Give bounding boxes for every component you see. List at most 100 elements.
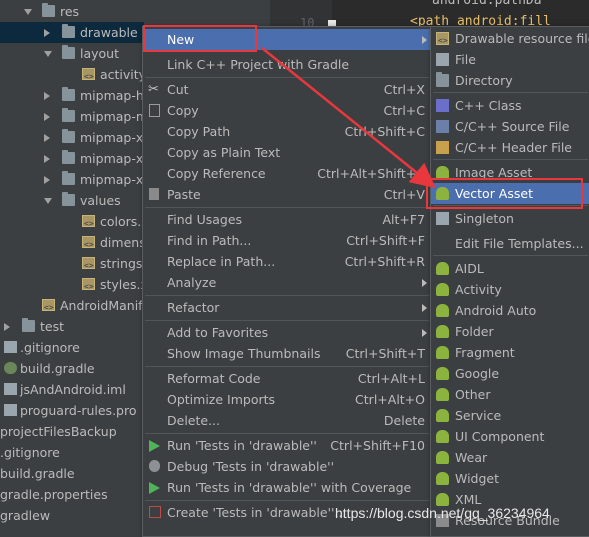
tree-item-drawable[interactable]: drawable [0,22,144,43]
tree-item-gitignore-root[interactable]: .gitignore [0,442,144,463]
folder-icon [436,72,449,87]
menu-item-reformat-code[interactable]: Reformat Code Ctrl+Alt+L [143,368,431,389]
tree-item-gitignore[interactable]: .gitignore [0,337,144,358]
tree-item-build-gradle-root[interactable]: build.gradle [0,463,144,484]
tree-item-mipmap-xhdpi[interactable]: mipmap-xh [0,127,151,148]
menu-item-label: C/C++ Source File [455,119,570,134]
annotation-box-new [143,25,257,52]
menu-item-label: C++ Class [455,98,522,113]
xml-file-icon [82,276,95,297]
submenu-item-wear[interactable]: Wear [431,447,589,468]
submenu-item-cpp-class[interactable]: C++ Class [431,95,589,116]
chevron-right-icon[interactable] [44,176,50,184]
file-icon [4,341,17,353]
menu-item-label: Drawable resource file [455,31,589,46]
submenu-item-c-header-file[interactable]: C/C++ Header File [431,137,589,158]
menu-item-label: Replace in Path... [167,254,276,269]
tree-item-gradlew[interactable]: gradlew [0,505,144,526]
menu-item-label: Copy [167,103,199,118]
submenu-item-ui-component[interactable]: UI Component [431,426,589,447]
tree-item-strings-xml[interactable]: strings.x [0,253,154,276]
tree-item-test[interactable]: test [0,316,144,337]
submenu-item-c-source-file[interactable]: C/C++ Source File [431,116,589,137]
menu-item-link-cpp[interactable]: Link C++ Project with Gradle [143,54,431,75]
submenu-item-edit-file-templates[interactable]: Edit File Templates... [431,233,589,254]
submenu-item-file[interactable]: File [431,49,589,70]
context-menu: New Link C++ Project with Gradle ✂ Cut C… [142,26,432,537]
menu-item-refactor[interactable]: Refactor [143,297,431,318]
create-tests-icon [149,506,161,518]
tree-item-project-files-backup[interactable]: projectFilesBackup [0,421,144,442]
folder-icon [62,45,75,59]
tree-item-mipmap-xxhdpi[interactable]: mipmap-xx [0,148,151,169]
chevron-right-icon[interactable] [4,323,10,331]
tree-item-res[interactable]: res [0,1,270,22]
tree-item-mipmap-hdpi[interactable]: mipmap-h [0,85,144,106]
tree-item-mipmap-mdpi[interactable]: mipmap-m [0,106,148,127]
tree-item-iml[interactable]: jsAndAndroid.iml [0,379,144,400]
chevron-right-icon[interactable] [44,29,50,37]
menu-item-copy-plain-text[interactable]: Copy as Plain Text [143,142,431,163]
tree-item-label: jsAndAndroid.iml [20,382,126,397]
submenu-item-drawable-resource-file[interactable]: Drawable resource file [431,28,589,51]
tree-item-label: values [80,193,121,208]
tree-item-activity-xml[interactable]: activity_ [0,64,152,87]
submenu-item-other[interactable]: Other [431,384,589,405]
menu-item-label: Run 'Tests in 'drawable'' [167,438,317,453]
menu-item-delete[interactable]: Delete... Delete [143,410,431,431]
tree-item-gradle-properties[interactable]: gradle.properties [0,484,144,505]
submenu-item-aidl[interactable]: AIDL [431,258,589,279]
menu-item-label: Widget [455,471,500,486]
submenu-item-service[interactable]: Service [431,405,589,426]
menu-item-find-usages[interactable]: Find Usages Alt+F7 [143,209,431,230]
menu-item-analyze[interactable]: Analyze [143,272,431,293]
menu-item-show-image-thumbnails[interactable]: Show Image Thumbnails Ctrl+Shift+T [143,343,431,364]
submenu-item-fragment[interactable]: Fragment [431,342,589,363]
tree-item-label: styles.x [100,277,148,292]
chevron-right-icon[interactable] [44,113,50,121]
tree-item-proguard[interactable]: proguard-rules.pro [0,400,144,421]
menu-item-debug-tests[interactable]: Debug 'Tests in 'drawable'' [143,456,431,477]
chevron-down-icon[interactable] [44,198,52,204]
menu-item-copy[interactable]: Copy Ctrl+C [143,100,431,121]
chevron-right-icon[interactable] [44,134,50,142]
submenu-item-android-auto[interactable]: Android Auto [431,300,589,321]
tree-item-label: layout [80,46,120,61]
menu-item-optimize-imports[interactable]: Optimize Imports Ctrl+Alt+O [143,389,431,410]
tree-item-label: build.gradle [20,361,95,376]
chevron-right-icon[interactable] [44,92,50,100]
menu-item-label: Create 'Tests in 'drawable''... [167,505,347,520]
chevron-down-icon[interactable] [24,9,32,15]
menu-item-cut[interactable]: ✂ Cut Ctrl+X [143,79,431,100]
menu-item-label: Run 'Tests in 'drawable'' with Coverage [167,480,412,495]
menu-item-label: Android Auto [455,303,537,318]
menu-item-copy-path[interactable]: Copy Path Ctrl+Shift+C [143,121,431,142]
menu-item-run-tests[interactable]: Run 'Tests in 'drawable'' Ctrl+Shift+F10 [143,435,431,456]
submenu-item-singleton[interactable]: Singleton [431,208,589,229]
tree-item-values[interactable]: values [0,190,144,211]
menu-item-add-to-favorites[interactable]: Add to Favorites [143,322,431,343]
submenu-item-folder[interactable]: Folder [431,321,589,342]
menu-item-find-in-path[interactable]: Find in Path... Ctrl+Shift+F [143,230,431,251]
tree-item-android-manifest[interactable]: AndroidManife [0,295,150,318]
tree-item-build-gradle[interactable]: build.gradle [0,358,144,379]
chevron-right-icon[interactable] [44,155,50,163]
tree-item-mipmap-xxxhdpi[interactable]: mipmap-xx [0,169,151,190]
menu-item-copy-reference[interactable]: Copy Reference Ctrl+Alt+Shift+C [143,163,431,184]
menu-item-label: Copy Reference [167,166,266,181]
submenu-item-widget[interactable]: Widget [431,468,589,489]
tree-item-colors-xml[interactable]: colors.x [0,211,149,234]
tree-item-styles-xml[interactable]: styles.x [0,274,148,297]
submenu-item-activity[interactable]: Activity [431,279,589,300]
menu-item-run-with-coverage[interactable]: Run 'Tests in 'drawable'' with Coverage [143,477,431,498]
chevron-down-icon[interactable] [44,51,52,57]
menu-item-paste[interactable]: Paste Ctrl+V [143,184,431,205]
menu-item-shortcut: Ctrl+Shift+F10 [330,438,425,453]
menu-separator [145,366,429,367]
tree-item-label: res [60,4,80,19]
submenu-item-google[interactable]: Google [431,363,589,384]
submenu-item-directory[interactable]: Directory [431,70,589,91]
menu-item-replace-in-path[interactable]: Replace in Path... Ctrl+Shift+R [143,251,431,272]
tree-item-layout[interactable]: layout [0,43,144,64]
tree-item-dimens-xml[interactable]: dimens [0,232,146,255]
